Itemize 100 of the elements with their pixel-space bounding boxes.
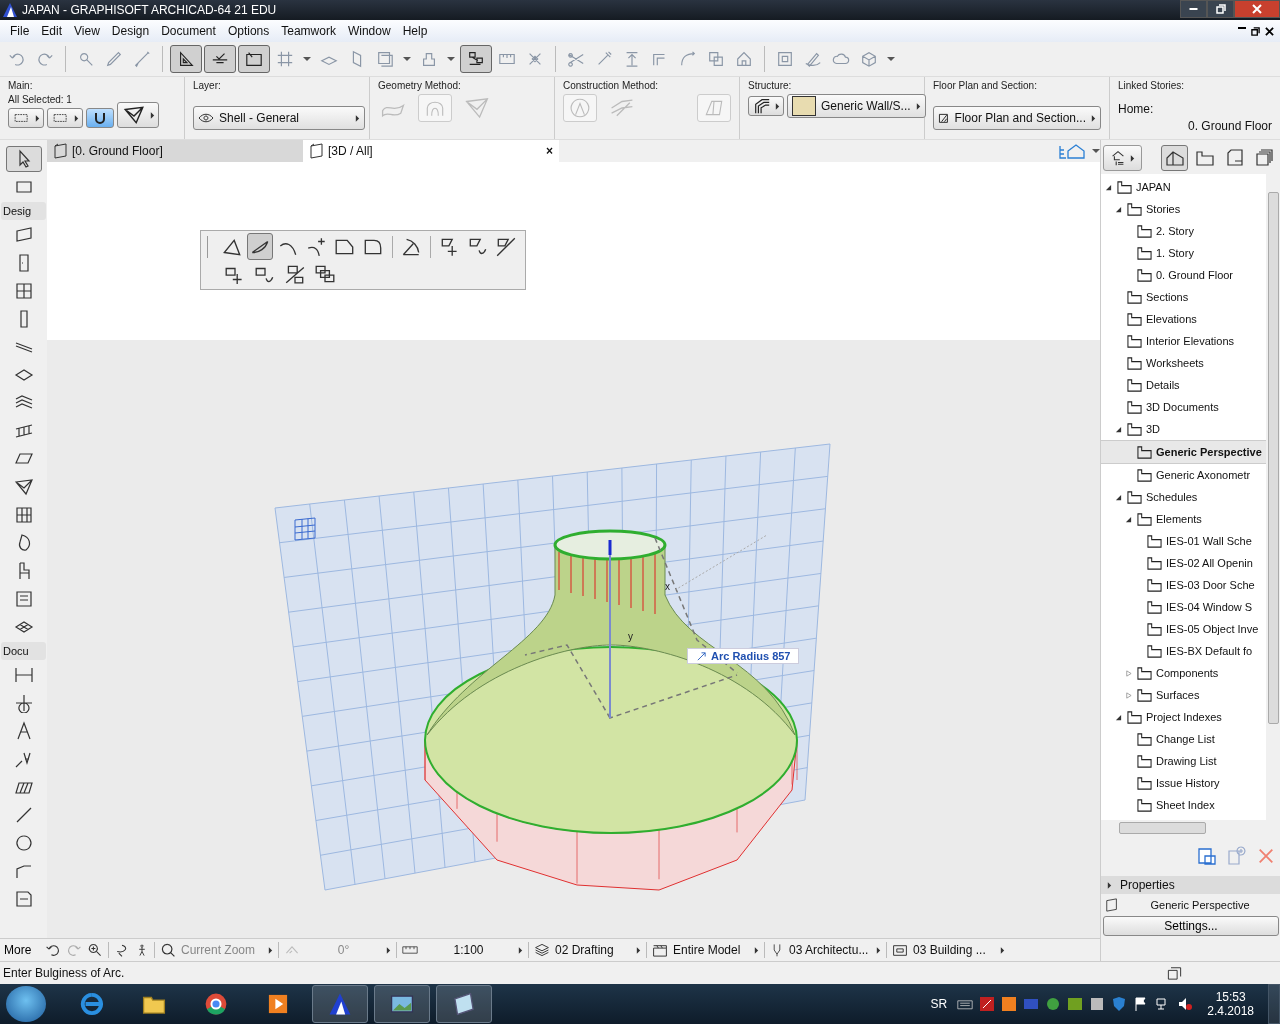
tree-item[interactable]: Generic Axonometr (1101, 464, 1266, 486)
view-options-dropdown[interactable]: 03 Building ... (913, 943, 1005, 957)
tooltip-text: Arc Radius 857 (711, 650, 791, 662)
menu-item[interactable]: Teamwork (275, 24, 342, 38)
layer-dropdown[interactable]: Shell - General (193, 106, 365, 130)
tree-label: Generic Perspective (1156, 446, 1262, 458)
menu-item[interactable]: Document (155, 24, 222, 38)
tree-item[interactable]: Details (1101, 374, 1266, 396)
tree-label: Components (1156, 667, 1219, 679)
tree-label: Elements (1156, 513, 1202, 525)
field-label: Construction Method: (563, 80, 660, 91)
tree-item[interactable]: 0. Ground Floor (1101, 264, 1266, 286)
tree-item[interactable]: Components (1101, 662, 1266, 684)
home-story-value: 0. Ground Floor (1187, 119, 1272, 133)
tree-item[interactable]: IES-03 Door Sche (1101, 574, 1266, 596)
tree-label: IES-03 Door Sche (1166, 579, 1255, 591)
tree-label: Details (1146, 379, 1180, 391)
axis-label: x (665, 581, 670, 592)
scale-value: 1:100 (453, 943, 484, 957)
view-tab[interactable]: [0. Ground Floor] (47, 140, 303, 162)
tree-item[interactable]: JAPAN (1101, 176, 1266, 198)
tree-item[interactable]: Stories (1101, 198, 1266, 220)
composite-dropdown[interactable]: Generic Wall/S... (787, 94, 926, 118)
tree-item[interactable]: Generic Perspective (1101, 440, 1266, 464)
tab-label: [3D / All] (328, 144, 373, 158)
scale-dropdown[interactable]: 1:100 (423, 943, 523, 957)
menu-item[interactable]: File (4, 24, 36, 38)
tree-item[interactable]: 1. Story (1101, 242, 1266, 264)
menu-item[interactable]: Edit (35, 24, 69, 38)
tree-item[interactable]: IES-05 Object Inve (1101, 618, 1266, 640)
tree-item[interactable]: Project Indexes (1101, 706, 1266, 728)
tree-label: Change List (1156, 733, 1215, 745)
clock-date[interactable]: 2.4.2018 (1207, 1004, 1254, 1018)
clock-time[interactable]: 15:53 (1215, 990, 1246, 1004)
more-button[interactable]: More (0, 943, 40, 957)
language-indicator[interactable]: SR (930, 997, 948, 1011)
tree-label: Sections (1146, 291, 1189, 303)
tree-label: Drawing List (1156, 755, 1217, 767)
tab-close[interactable]: × (546, 144, 553, 158)
floor-plan-section-dropdown[interactable]: Floor Plan and Section... (933, 106, 1101, 130)
tree-item[interactable]: Worksheets (1101, 352, 1266, 374)
tree-label: Surfaces (1156, 689, 1200, 701)
tree-item[interactable]: Interior Elevations (1101, 330, 1266, 352)
tree-label: IES-02 All Openin (1166, 557, 1253, 569)
field-label: Linked Stories: (1118, 80, 1186, 91)
tree-item[interactable]: 3D Documents (1101, 396, 1266, 418)
axis-label: y (628, 631, 633, 642)
field-label: Main: (8, 80, 34, 91)
composite-name: Generic Wall/S... (821, 99, 911, 113)
tree-label: IES-01 Wall Sche (1166, 535, 1252, 547)
tree-item[interactable]: 3D (1101, 418, 1266, 440)
tree-item[interactable]: Elevations (1101, 308, 1266, 330)
view-name: Generic Perspective (1149, 899, 1251, 911)
properties-title: Properties (1120, 878, 1175, 892)
layer-combination-value: 02 Drafting (555, 943, 614, 957)
tree-label: IES-05 Object Inve (1166, 623, 1259, 635)
tree-label: JAPAN (1136, 181, 1171, 193)
view-tab[interactable]: [3D / All] × (303, 140, 559, 162)
tree-label: Issue History (1156, 777, 1220, 789)
tree-label: Stories (1146, 203, 1181, 215)
tree-item[interactable]: IES-02 All Openin (1101, 552, 1266, 574)
tree-item[interactable]: Surfaces (1101, 684, 1266, 706)
menu-item[interactable]: Options (221, 24, 276, 38)
tree-item[interactable]: Drawing List (1101, 750, 1266, 772)
tree-label: IES-BX Default fo (1166, 645, 1253, 657)
tree-item[interactable]: IES-BX Default fo (1101, 640, 1266, 662)
tree-item[interactable]: Elements (1101, 508, 1266, 530)
tree-label: 3D Documents (1146, 401, 1219, 413)
tree-item[interactable]: Sections (1101, 286, 1266, 308)
menu-item[interactable]: Window (341, 24, 397, 38)
tree-label: 3D (1146, 423, 1161, 435)
field-label: Floor Plan and Section: (933, 80, 1038, 91)
floor-plan-value: Floor Plan and Section... (954, 111, 1086, 125)
angle-value: 0° (337, 943, 350, 957)
tree-label: Sheet Index (1156, 799, 1215, 811)
tree-item[interactable]: 2. Story (1101, 220, 1266, 242)
tree-item[interactable]: IES-04 Window S (1101, 596, 1266, 618)
properties-header[interactable]: Properties (1101, 876, 1280, 894)
tree-item[interactable]: Schedules (1101, 486, 1266, 508)
tab-label: [0. Ground Floor] (72, 144, 163, 158)
menu-item[interactable]: View (68, 24, 106, 38)
menu-item[interactable]: Help (396, 24, 434, 38)
tree-label: Elevations (1146, 313, 1197, 325)
field-label: Structure: (748, 80, 793, 91)
field-label: Layer: (193, 80, 222, 91)
tree-item[interactable]: Issue History (1101, 772, 1266, 794)
tree-label: Generic Axonometr (1156, 469, 1251, 481)
tree-item[interactable]: IES-01 Wall Sche (1101, 530, 1266, 552)
selection-count: All Selected: 1 (8, 94, 73, 105)
menu-item[interactable]: Design (105, 24, 156, 38)
toolbox-section[interactable]: Desig (1, 202, 46, 220)
tree-label: 0. Ground Floor (1156, 269, 1234, 281)
layer-combination-dropdown[interactable]: 02 Drafting (555, 943, 641, 957)
model-filter-dropdown[interactable]: Entire Model (673, 943, 759, 957)
settings-button[interactable]: Settings... (1103, 916, 1279, 936)
tree-label: Interior Elevations (1146, 335, 1235, 347)
tree-item[interactable]: Sheet Index (1101, 794, 1266, 816)
toolbox-section[interactable]: Docu (1, 642, 46, 660)
tree-label: Project Indexes (1146, 711, 1222, 723)
tree-item[interactable]: Change List (1101, 728, 1266, 750)
